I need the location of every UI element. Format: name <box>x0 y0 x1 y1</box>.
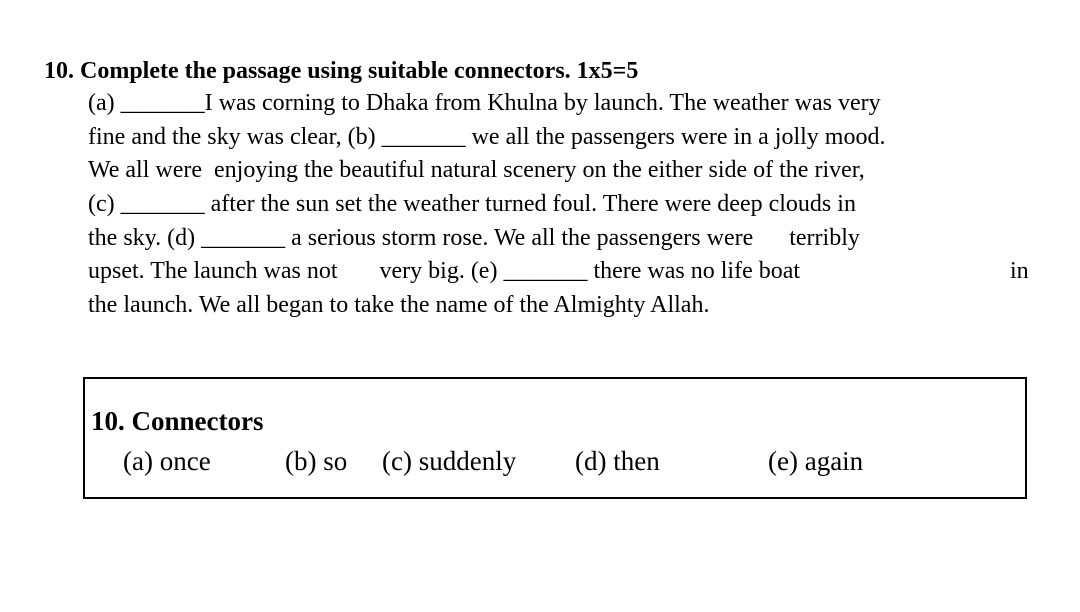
answer-item: (a) once <box>123 446 211 476</box>
passage-line: the launch. We all began to take the nam… <box>88 292 710 318</box>
passage-line: fine and the sky was clear, (b) _______ … <box>88 124 886 150</box>
passage-line: upset. The launch was not very big. (e) … <box>88 258 801 284</box>
answer-title: 10. Connectors <box>91 406 264 436</box>
answer-item: (c) suddenly <box>382 446 517 476</box>
answer-box: 10. Connectors (a) once (b) so (c) sudde… <box>83 377 1027 499</box>
passage-line-trailing-word: in <box>1010 258 1029 284</box>
passage-line: We all were enjoying the beautiful natur… <box>88 157 865 183</box>
answer-item: (d) then <box>575 446 660 476</box>
passage-line: (c) _______ after the sun set the weathe… <box>88 191 856 217</box>
question-title: 10. Complete the passage using suitable … <box>44 58 639 84</box>
passage-line: (a) _______I was corning to Dhaka from K… <box>88 90 881 116</box>
answer-item: (b) so <box>285 446 348 476</box>
answer-item: (e) again <box>768 446 864 476</box>
passage-line: the sky. (d) _______ a serious storm ros… <box>88 225 860 251</box>
